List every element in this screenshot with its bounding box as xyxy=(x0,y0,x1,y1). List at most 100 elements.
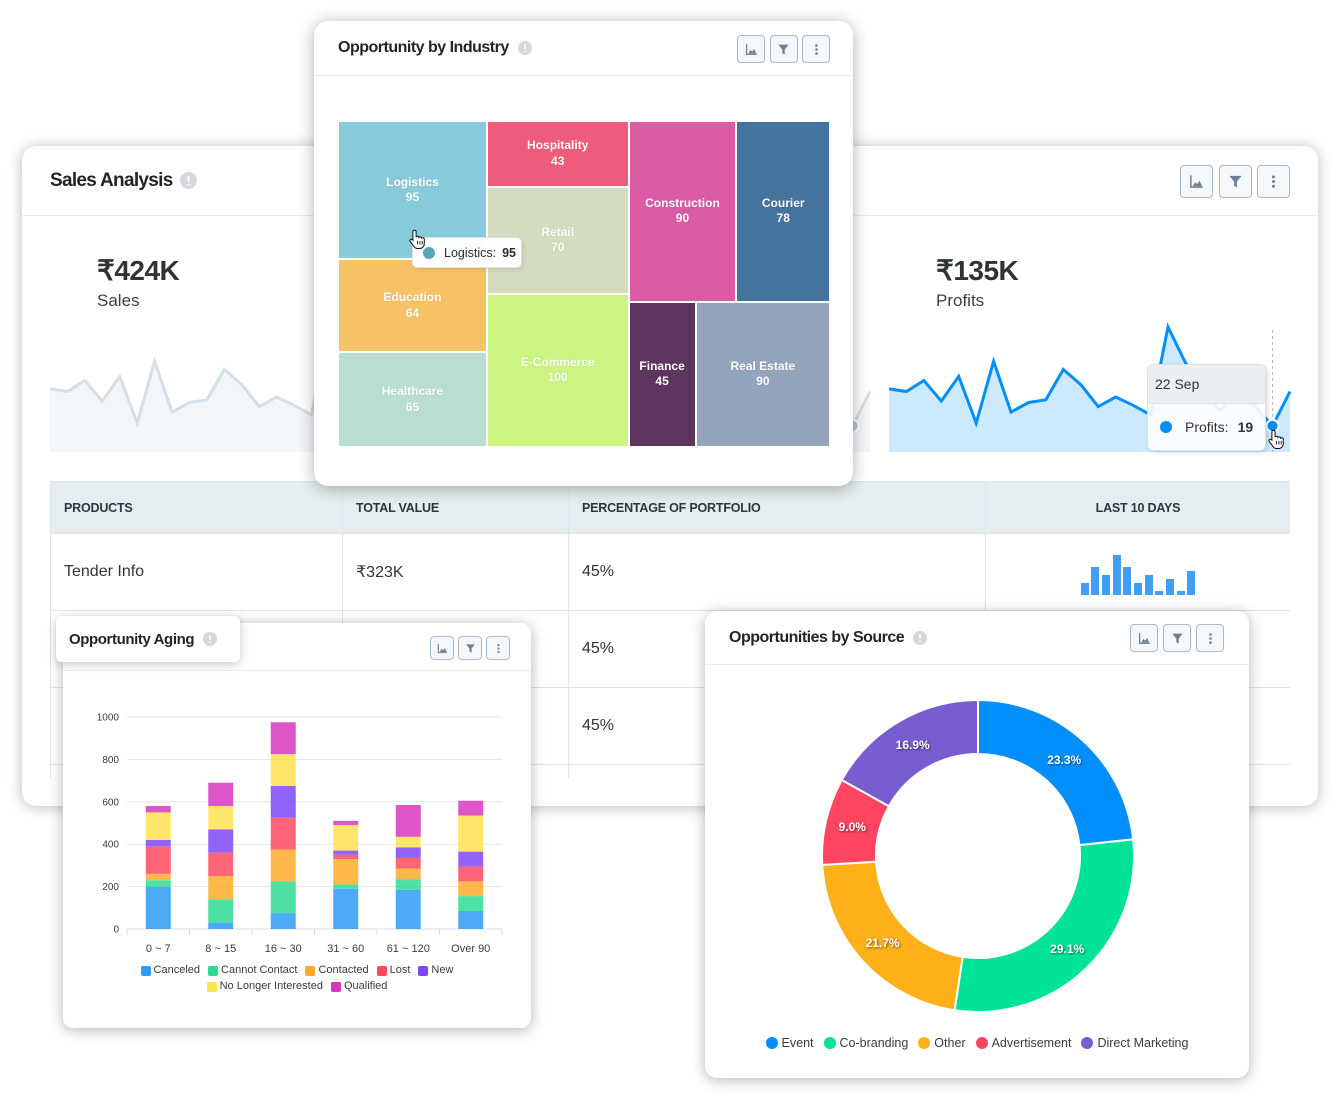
bar-segment-no-longer-interested[interactable] xyxy=(333,825,359,851)
donut-slice-direct-marketing[interactable] xyxy=(840,698,979,808)
donut-slice-event[interactable] xyxy=(977,698,1135,847)
bar-segment-contacted[interactable] xyxy=(270,849,296,882)
cell-total-value: ₹323K xyxy=(342,533,569,611)
legend-item-qualified[interactable]: Qualified xyxy=(330,980,388,993)
bar-segment-canceled[interactable] xyxy=(333,888,359,929)
legend-item-direct-marketing[interactable]: Direct Marketing xyxy=(1081,1035,1188,1051)
bar-segment-canceled[interactable] xyxy=(458,910,484,929)
donut-value-label: 9.0% xyxy=(839,820,867,834)
legend-item-cannot-contact[interactable]: Cannot Contact xyxy=(208,964,297,977)
filter-button[interactable] xyxy=(1218,165,1252,198)
more-options-button[interactable] xyxy=(1257,165,1290,198)
profits-trend-hover-marker[interactable] xyxy=(1265,418,1280,433)
cell-percentage: 45% xyxy=(568,533,986,611)
column-header-percentage[interactable]: PERCENTAGE OF PORTFOLIO xyxy=(568,481,986,534)
last-10-days-bar-chart[interactable] xyxy=(1080,554,1196,595)
x-tick-label: Over 90 xyxy=(451,943,490,955)
bar-segment-no-longer-interested[interactable] xyxy=(270,754,296,786)
bar-segment-lost[interactable] xyxy=(333,854,359,860)
legend-label: Qualified xyxy=(343,980,388,992)
treemap-tile-courier[interactable]: Courier 78 xyxy=(736,121,830,302)
legend-item-canceled[interactable]: Canceled xyxy=(140,964,200,977)
info-icon[interactable] xyxy=(203,632,218,646)
legend-item-lost[interactable]: Lost xyxy=(376,964,410,977)
treemap-tile-finance[interactable]: Finance 45 xyxy=(628,301,696,447)
more-options-button[interactable] xyxy=(802,35,830,63)
bar-segment-canceled[interactable] xyxy=(145,886,171,929)
treemap-tile-text: Hospitality 43 xyxy=(527,138,588,169)
bar-segment-cannot-contact[interactable] xyxy=(458,896,484,911)
bar-segment-new[interactable] xyxy=(333,850,359,855)
bar-segment-new[interactable] xyxy=(270,785,296,818)
table-row[interactable]: Tender Info ₹323K 45% xyxy=(50,533,1290,611)
treemap-tile-real-estate[interactable]: Real Estate 90 xyxy=(695,301,830,447)
treemap-tile-education[interactable]: Education 64 xyxy=(338,259,487,353)
bar-segment-contacted[interactable] xyxy=(333,859,359,885)
bar-segment-cannot-contact[interactable] xyxy=(145,880,171,887)
bar-segment-contacted[interactable] xyxy=(145,873,171,881)
treemap-tile-text: Education 64 xyxy=(383,290,441,321)
bar-segment-qualified[interactable] xyxy=(395,804,421,837)
bar-segment-new[interactable] xyxy=(395,847,421,858)
bar-segment-cannot-contact[interactable] xyxy=(395,879,421,890)
legend-item-contacted[interactable]: Contacted xyxy=(305,964,369,977)
bar-segment-canceled[interactable] xyxy=(208,922,234,929)
bar-segment-canceled[interactable] xyxy=(395,889,421,929)
treemap-tile-healthcare[interactable]: Healthcare 65 xyxy=(338,352,487,447)
chart-type-button[interactable] xyxy=(737,35,765,63)
treemap-tile-text: Construction 90 xyxy=(645,196,720,227)
legend-item-new[interactable]: New xyxy=(418,964,453,977)
treemap-tile-value: 65 xyxy=(405,399,420,414)
bar-segment-contacted[interactable] xyxy=(458,881,484,897)
legend-marker xyxy=(206,981,217,992)
legend-item-advertisement[interactable]: Advertisement xyxy=(975,1035,1071,1051)
column-header-total-value[interactable]: TOTAL VALUE xyxy=(342,481,569,534)
legend-item-event[interactable]: Event xyxy=(765,1035,814,1051)
info-icon[interactable] xyxy=(517,41,532,55)
bar-segment-contacted[interactable] xyxy=(395,868,421,880)
bar-segment-qualified[interactable] xyxy=(333,820,359,826)
bar-segment-no-longer-interested[interactable] xyxy=(145,812,171,840)
bar-segment-lost[interactable] xyxy=(208,852,234,876)
bar-segment-lost[interactable] xyxy=(145,846,171,874)
info-icon[interactable] xyxy=(179,172,197,189)
filter-button[interactable] xyxy=(769,35,798,63)
x-tick-label: 31 ~ 60 xyxy=(327,943,364,955)
bar-segment-qualified[interactable] xyxy=(208,782,234,807)
bar-segment-new[interactable] xyxy=(145,839,171,847)
column-header-products[interactable]: PRODUCTS xyxy=(50,481,343,534)
kpi-profits: ₹135K Profits xyxy=(936,254,1019,312)
more-vertical-icon xyxy=(814,43,818,55)
legend-label: Contacted xyxy=(318,964,369,976)
legend-item-other[interactable]: Other xyxy=(918,1035,966,1051)
bar-segment-new[interactable] xyxy=(208,829,234,853)
bar-segment-new[interactable] xyxy=(458,851,484,867)
bar-segment-qualified[interactable] xyxy=(458,800,484,816)
bar-segment-contacted[interactable] xyxy=(208,876,234,900)
treemap-tile-construction[interactable]: Construction 90 xyxy=(628,121,737,302)
bar-segment-cannot-contact[interactable] xyxy=(208,899,234,923)
donut-slice-co-branding[interactable] xyxy=(953,838,1135,1013)
treemap-tile-label: Hospitality xyxy=(527,138,589,153)
treemap-tile-value: 64 xyxy=(405,305,420,320)
bar-segment-qualified[interactable] xyxy=(145,806,171,813)
bar-segment-no-longer-interested[interactable] xyxy=(208,806,234,830)
legend-label: Co-branding xyxy=(839,1036,909,1050)
bar-segment-cannot-contact[interactable] xyxy=(333,884,359,889)
mini-bar xyxy=(1091,566,1100,595)
bar-segment-qualified[interactable] xyxy=(270,722,296,755)
bar-segment-lost[interactable] xyxy=(270,817,296,850)
bar-segment-lost[interactable] xyxy=(395,857,421,869)
bar-segment-lost[interactable] xyxy=(458,866,484,882)
treemap-tile-hospitality[interactable]: Hospitality 43 xyxy=(486,121,629,187)
bar-segment-no-longer-interested[interactable] xyxy=(458,815,484,852)
legend-item-no-longer-interested[interactable]: No Longer Interested xyxy=(206,980,323,993)
bar-segment-no-longer-interested[interactable] xyxy=(395,836,421,848)
column-header-last-10-days[interactable]: LAST 10 DAYS xyxy=(985,481,1290,534)
treemap-tile-value: 45 xyxy=(655,374,669,389)
legend-item-co-branding[interactable]: Co-branding xyxy=(823,1035,909,1051)
bar-segment-cannot-contact[interactable] xyxy=(270,881,296,914)
chart-type-button[interactable] xyxy=(1180,165,1213,198)
treemap-tile-e-commerce[interactable]: E-Commerce 100 xyxy=(486,293,629,447)
bar-segment-canceled[interactable] xyxy=(270,913,296,929)
